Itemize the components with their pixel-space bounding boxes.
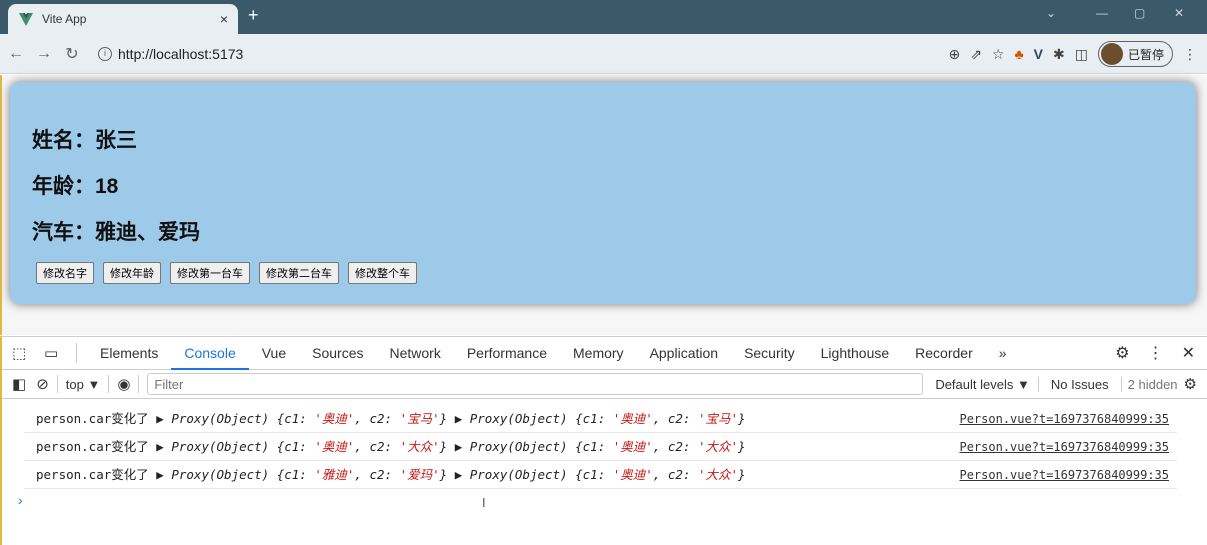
sidebar-toggle-icon[interactable]: ◧ xyxy=(12,375,26,393)
log-levels-dropdown[interactable]: Default levels ▼ xyxy=(927,376,1039,392)
new-tab-button[interactable]: + xyxy=(248,5,259,26)
more-options-icon[interactable]: ⋮ xyxy=(1148,343,1164,363)
restore-icon[interactable]: ▢ xyxy=(1134,6,1145,20)
console-log-row: person.car变化了 ▶ Proxy(Object) {c1: '奥迪',… xyxy=(24,433,1177,461)
address-bar[interactable]: i http://localhost:5173 xyxy=(98,46,243,62)
console-log-row: person.car变化了 ▶ Proxy(Object) {c1: '奥迪',… xyxy=(24,405,1177,433)
console-filterbar: ◧ ⊘ top ▼ ◉ Default levels ▼ No Issues 2… xyxy=(2,370,1207,399)
tab-memory[interactable]: Memory xyxy=(560,337,637,370)
extension-icon[interactable]: ♣ xyxy=(1014,46,1023,62)
tab-application[interactable]: Application xyxy=(637,337,732,370)
inspect-element-icon[interactable]: ⬚ xyxy=(12,344,34,362)
profile-button[interactable]: 已暂停 xyxy=(1097,41,1173,67)
console-prompt[interactable]: › xyxy=(18,492,23,508)
close-devtools-icon[interactable]: ✕ xyxy=(1182,343,1195,363)
tab-title: Vite App xyxy=(42,12,87,26)
tab-performance[interactable]: Performance xyxy=(454,337,560,370)
console-messages: person.car变化了 ▶ Proxy(Object) {c1: '奥迪',… xyxy=(2,405,1207,489)
tab-lighthouse[interactable]: Lighthouse xyxy=(808,337,903,370)
tab-recorder[interactable]: Recorder xyxy=(902,337,986,370)
text-cursor-icon: I xyxy=(482,495,486,510)
change-second-car-button[interactable]: 修改第二台车 xyxy=(259,262,339,284)
devtools-tabbar: ⬚ ▭ Elements Console Vue Sources Network… xyxy=(2,337,1207,370)
minimize-icon[interactable]: — xyxy=(1096,6,1108,20)
sidepanel-icon[interactable]: ◫ xyxy=(1075,46,1088,63)
source-link[interactable]: Person.vue?t=1697376840999:35 xyxy=(959,433,1169,461)
change-name-button[interactable]: 修改名字 xyxy=(36,262,94,284)
back-icon[interactable]: ← xyxy=(4,45,28,63)
browser-tab[interactable]: Vite App × xyxy=(8,4,238,34)
clear-console-icon[interactable]: ⊘ xyxy=(36,375,49,393)
filter-input[interactable] xyxy=(147,373,924,395)
console-log-row: person.car变化了 ▶ Proxy(Object) {c1: '雅迪',… xyxy=(24,461,1177,489)
vite-logo-icon xyxy=(19,13,33,26)
settings-gear-icon[interactable]: ⚙ xyxy=(1115,343,1129,363)
tab-console[interactable]: Console xyxy=(171,337,249,370)
menu-icon[interactable]: ⋮ xyxy=(1183,46,1197,63)
tab-sources[interactable]: Sources xyxy=(299,337,376,370)
devtools-panel: ⬚ ▭ Elements Console Vue Sources Network… xyxy=(0,336,1207,545)
source-link[interactable]: Person.vue?t=1697376840999:35 xyxy=(959,405,1169,433)
context-select[interactable]: top ▼ xyxy=(66,377,101,392)
puzzle-icon[interactable]: ✱ xyxy=(1053,46,1065,63)
bookmark-star-icon[interactable]: ☆ xyxy=(992,46,1005,63)
source-link[interactable]: Person.vue?t=1697376840999:35 xyxy=(959,461,1169,489)
tab-elements[interactable]: Elements xyxy=(87,337,171,370)
close-window-icon[interactable]: ✕ xyxy=(1174,6,1184,20)
change-first-car-button[interactable]: 修改第一台车 xyxy=(170,262,250,284)
share-icon[interactable]: ⇗ xyxy=(970,46,982,63)
reload-icon[interactable]: ↻ xyxy=(60,44,84,64)
tab-security[interactable]: Security xyxy=(731,337,808,370)
avatar xyxy=(1100,43,1123,65)
close-tab-icon[interactable]: × xyxy=(220,11,228,27)
change-all-cars-button[interactable]: 修改整个车 xyxy=(348,262,417,284)
change-age-button[interactable]: 修改年龄 xyxy=(103,262,161,284)
device-toolbar-icon[interactable]: ▭ xyxy=(44,344,66,362)
button-row: 修改名字 修改年龄 修改第一台车 修改第二台车 修改整个车 xyxy=(36,262,417,284)
tab-vue[interactable]: Vue xyxy=(249,337,299,370)
person-card: 姓名：张三 年龄：18 汽车：雅迪、爱玛 修改名字 修改年龄 修改第一台车 修改… xyxy=(10,82,1196,304)
hidden-count: 2 hidden xyxy=(1127,376,1178,392)
issues-button[interactable]: No Issues xyxy=(1039,376,1122,392)
car-line: 汽车：雅迪、爱玛 xyxy=(32,221,200,244)
name-line: 姓名：张三 xyxy=(32,129,137,152)
forward-icon[interactable]: → xyxy=(32,45,56,63)
url-text: http://localhost:5173 xyxy=(118,45,244,62)
console-settings-gear-icon[interactable]: ⚙ xyxy=(1184,375,1197,393)
age-line: 年龄：18 xyxy=(32,175,119,198)
more-tabs-icon[interactable]: » xyxy=(986,337,1020,370)
chevron-down-icon[interactable]: ⌄ xyxy=(1046,6,1056,20)
site-info-icon[interactable]: i xyxy=(98,46,112,61)
zoom-icon[interactable]: ⊕ xyxy=(948,46,960,63)
vue-devtools-icon[interactable]: V xyxy=(1034,46,1043,62)
tab-bar: Vite App × + ⌄ — ▢ ✕ xyxy=(0,0,1207,34)
tab-network[interactable]: Network xyxy=(376,337,453,370)
address-toolbar: ← → ↻ i http://localhost:5173 ⊕ ⇗ ☆ ♣ V … xyxy=(0,34,1207,74)
live-expression-eye-icon[interactable]: ◉ xyxy=(117,375,130,393)
profile-status: 已暂停 xyxy=(1127,47,1164,62)
